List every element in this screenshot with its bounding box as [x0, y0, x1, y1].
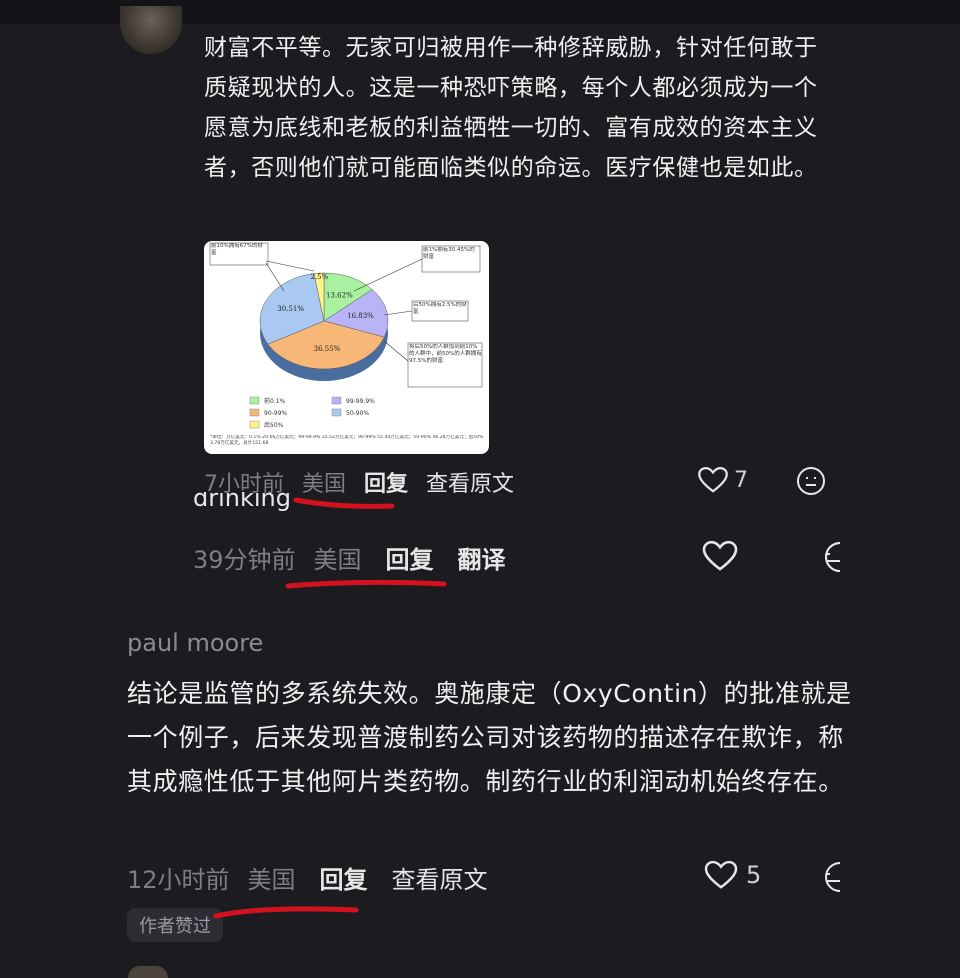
- translate-button[interactable]: 翻译: [458, 540, 506, 575]
- avatar[interactable]: [120, 6, 182, 54]
- comment-image[interactable]: 13.62% 16.83% 36.55% 30.51% 2.5% 前10%拥有67%的财…: [204, 241, 489, 454]
- legend-swatch: [331, 396, 342, 405]
- heart-icon: [704, 860, 738, 889]
- legend-label: 后50%: [264, 421, 284, 429]
- red-underline: [213, 906, 359, 919]
- comment-location: 美国: [302, 472, 347, 497]
- annotation-top1: 前1%拥有30.45%的财富: [423, 247, 475, 260]
- author-liked-badge: 作者赞过: [127, 908, 223, 942]
- emoji-icon[interactable]: [816, 860, 840, 894]
- like-button[interactable]: 5: [704, 860, 761, 890]
- emoji-icon[interactable]: [816, 540, 840, 574]
- heart-icon[interactable]: [702, 540, 738, 572]
- pie-slice-label: 13.62%: [326, 292, 353, 300]
- view-original-button[interactable]: 查看原文: [426, 466, 514, 498]
- annotation-bottom50: 后50%拥有2.5%的财富: [413, 302, 467, 315]
- pie-slice-label: 2.5%: [310, 273, 328, 281]
- view-original-button[interactable]: 查看原文: [392, 860, 488, 895]
- legend-label: 前0.1%: [264, 397, 286, 405]
- wealth-pie-chart: 13.62% 16.83% 36.55% 30.51% 2.5% 前10%拥有67%的财…: [209, 242, 484, 446]
- like-count: 5: [746, 861, 762, 889]
- comment-meta: 39分钟前 美国 回复 翻译: [193, 540, 524, 575]
- chart-footnote: *单位：万亿美元：0.1% 20.66万亿美元；99-99.9% 25.52万亿…: [210, 435, 484, 446]
- legend-swatch: [249, 408, 260, 417]
- comment-partial-text: drinking: [193, 492, 291, 512]
- chart-legend: 前0.1% 99-99.9% 90-99% 50-90% 后50%: [249, 396, 375, 429]
- comment-location: 美国: [247, 866, 296, 894]
- reply-button[interactable]: 回复: [364, 466, 408, 498]
- comment-time: 39分钟前: [193, 546, 296, 574]
- emoji-icon[interactable]: [795, 465, 827, 497]
- red-underline: [293, 497, 395, 509]
- red-underline: [285, 579, 447, 589]
- annotation-top10: 前10%拥有67%的财富: [211, 243, 263, 256]
- legend-label: 99-99.9%: [346, 398, 375, 405]
- legend-label: 90-99%: [264, 410, 287, 417]
- pie-slice-label: 16.83%: [347, 312, 374, 320]
- comment-meta: 12小时前 美国 回复 查看原文: [127, 860, 506, 895]
- comment-username[interactable]: paul moore: [127, 629, 263, 657]
- comment-time: 12小时前: [127, 866, 230, 894]
- pie-slice-label: 30.51%: [277, 305, 304, 313]
- comment-text: 财富不平等。无家可归被用作一种修辞威胁，针对任何敢于质疑现状的人。这是一种恐吓策…: [204, 35, 818, 181]
- pie-slice-label: 36.55%: [314, 345, 341, 353]
- comment-text: 结论是监管的多系统失效。奥施康定（OxyContin）的批准就是一个例子，后来发…: [127, 679, 852, 796]
- avatar[interactable]: [128, 966, 168, 978]
- reply-button[interactable]: 回复: [386, 540, 434, 575]
- legend-swatch: [331, 408, 342, 417]
- pie-slices: [259, 272, 389, 370]
- annotation-combined: 将后50%的人群加到前10%的人群中，前50%的人群拥有97.5%的财富: [409, 344, 482, 364]
- legend-swatch: [249, 420, 260, 429]
- legend-label: 50-90%: [346, 410, 369, 417]
- legend-swatch: [249, 396, 260, 405]
- like-button[interactable]: 7: [698, 466, 748, 494]
- like-count: 7: [734, 467, 748, 493]
- reply-button[interactable]: 回复: [320, 860, 368, 895]
- heart-icon: [698, 466, 728, 493]
- comment-location: 美国: [313, 546, 362, 574]
